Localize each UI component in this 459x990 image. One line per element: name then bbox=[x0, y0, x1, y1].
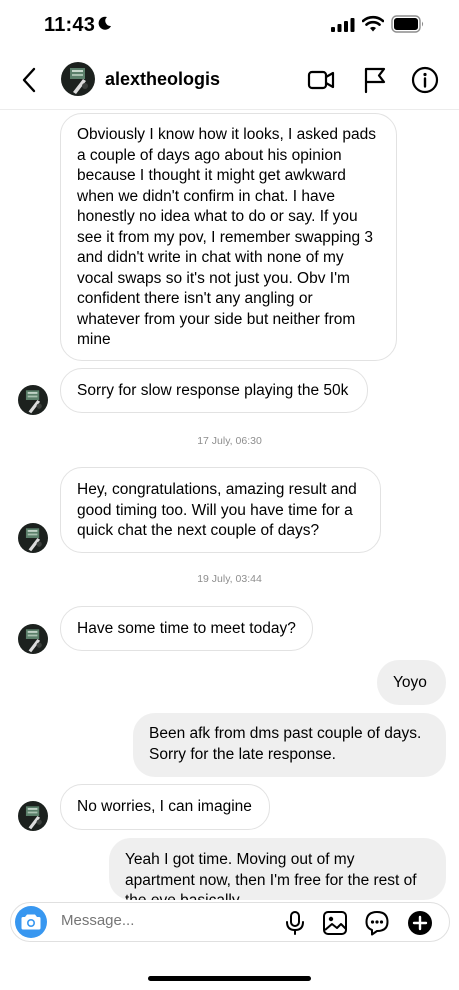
message-line: mine bbox=[77, 331, 111, 348]
microphone-icon[interactable] bbox=[282, 910, 308, 936]
message-bubble-incoming[interactable]: No worries, I can imagine bbox=[60, 784, 270, 830]
message-line: the eve basically bbox=[125, 891, 430, 900]
flag-icon[interactable] bbox=[360, 65, 390, 95]
home-indicator[interactable] bbox=[148, 976, 311, 981]
message-bubble-incoming[interactable]: Sorry for slow response playing the 50k bbox=[60, 368, 368, 413]
message-line: because I thought it might get awkward bbox=[77, 167, 346, 184]
message-text: Yoyo bbox=[393, 674, 427, 691]
message-line: confident there isn't any angling or bbox=[77, 290, 313, 307]
message-line: Been afk from dms past couple of days. bbox=[149, 725, 422, 742]
message-line: Hey, congratulations, amazing result and bbox=[77, 481, 357, 498]
timestamp: 17 July, 06:30 bbox=[197, 435, 262, 447]
avatar-image bbox=[61, 62, 95, 96]
message-bubble-outgoing[interactable]: Been afk from dms past couple of days. S… bbox=[133, 713, 446, 777]
message-line: apartment now, then I'm free for the res… bbox=[125, 871, 417, 889]
camera-button[interactable] bbox=[15, 906, 47, 938]
message-line: good timing too. Will you have time for … bbox=[77, 501, 353, 519]
message-line: honestly no idea what to do or say. If y… bbox=[77, 208, 358, 225]
avatar-image bbox=[18, 801, 48, 831]
sender-avatar[interactable] bbox=[18, 801, 48, 831]
message-line: and didn't write in chat with none of my bbox=[77, 249, 344, 266]
cellular-signal-icon bbox=[331, 18, 355, 32]
message-composer bbox=[10, 902, 450, 942]
message-line: Obviously I know how it looks, I asked p… bbox=[77, 126, 376, 143]
message-bubble-incoming[interactable]: Hey, congratulations, amazing result and… bbox=[60, 467, 381, 553]
avatar-image bbox=[18, 385, 48, 415]
wifi-icon bbox=[362, 15, 384, 32]
status-bar: 11:43 bbox=[0, 0, 459, 52]
message-bubble-outgoing[interactable]: Yeah I got time. Moving out of my apartm… bbox=[109, 838, 446, 900]
status-time: 11:43 bbox=[44, 14, 96, 36]
sticker-icon[interactable] bbox=[364, 910, 390, 936]
plus-icon[interactable] bbox=[407, 910, 433, 936]
moon-icon bbox=[98, 16, 111, 30]
message-bubble-incoming[interactable]: Obviously I know how it looks, I asked p… bbox=[60, 113, 397, 361]
message-text: Have some time to meet today? bbox=[77, 620, 296, 637]
message-line: vocal swaps so it's not just you. Obv I'… bbox=[77, 269, 350, 287]
chat-username[interactable]: alextheologis bbox=[105, 69, 220, 90]
sender-avatar[interactable] bbox=[18, 385, 48, 415]
message-text: No worries, I can imagine bbox=[77, 798, 252, 815]
back-chevron-icon[interactable] bbox=[18, 66, 42, 94]
battery-icon bbox=[391, 15, 424, 33]
avatar-image bbox=[18, 523, 48, 553]
camera-icon bbox=[21, 914, 41, 930]
message-input[interactable] bbox=[61, 912, 261, 929]
message-line: whatever from your side but neither from bbox=[77, 310, 356, 328]
message-line: Yeah I got time. Moving out of my bbox=[125, 851, 355, 868]
chat-header: alextheologis bbox=[0, 52, 459, 110]
message-bubble-incoming[interactable]: Have some time to meet today? bbox=[60, 606, 313, 651]
avatar-image bbox=[18, 624, 48, 654]
avatar[interactable] bbox=[61, 62, 95, 96]
video-call-icon[interactable] bbox=[306, 65, 336, 95]
message-line: quick chat the next couple of days? bbox=[77, 522, 320, 539]
message-text: Sorry for slow response playing the 50k bbox=[77, 382, 349, 399]
sender-avatar[interactable] bbox=[18, 624, 48, 654]
timestamp: 19 July, 03:44 bbox=[197, 573, 262, 585]
message-line: see it from my pov, I remember swapping … bbox=[77, 228, 374, 246]
message-line: when we didn't confirm in chat. I have bbox=[77, 187, 335, 205]
message-bubble-outgoing[interactable]: Yoyo bbox=[377, 660, 446, 705]
gallery-icon[interactable] bbox=[322, 910, 348, 936]
message-line: a couple of days ago about his opinion bbox=[77, 146, 342, 164]
sender-avatar[interactable] bbox=[18, 523, 48, 553]
info-icon[interactable] bbox=[410, 65, 440, 95]
message-line: Sorry for the late response. bbox=[149, 745, 336, 763]
